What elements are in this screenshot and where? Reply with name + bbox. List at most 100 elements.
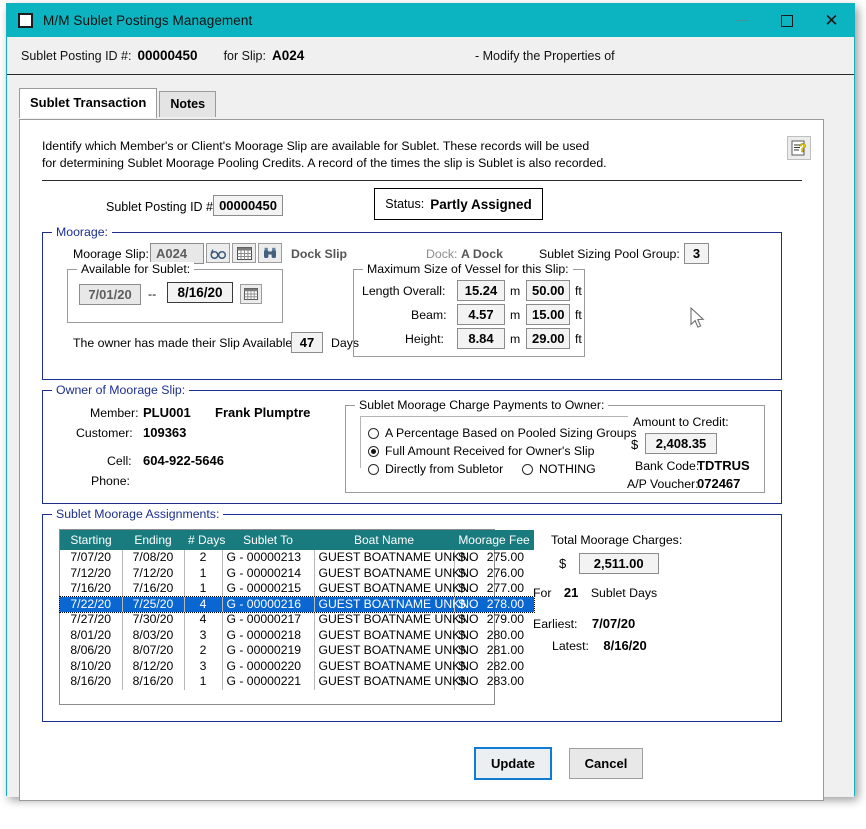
bank-code-label: Bank Code: <box>635 459 699 473</box>
cell-fee-amount: 282.00 <box>487 659 524 675</box>
owner-days-field[interactable]: 47 <box>291 332 323 353</box>
cell-value: 604-922-5646 <box>143 453 224 468</box>
cell-fee-currency: $ <box>459 643 466 659</box>
table-row[interactable]: 8/06/20 8/07/20 2 G - 00000219 GUEST BOA… <box>60 643 534 659</box>
tab-strip: Sublet Transaction Notes <box>19 88 216 118</box>
update-button[interactable]: Update <box>474 747 552 780</box>
dock-value: A Dock <box>461 247 503 261</box>
available-to-field[interactable]: 8/16/20 <box>167 282 233 303</box>
cell-fee-currency: $ <box>459 612 466 628</box>
table-row[interactable]: 7/07/20 7/08/20 2 G - 00000213 GUEST BOA… <box>60 550 534 566</box>
cell-ending: 8/12/20 <box>122 659 184 675</box>
total-moorage-charges-field[interactable]: 2,511.00 <box>579 553 659 574</box>
radio-directly-label: Directly from Subletor <box>385 462 503 476</box>
cell-boat-name: GUEST BOATNAME UNKNO <box>314 550 454 566</box>
total-currency-symbol: $ <box>559 556 566 571</box>
moorage-slip-field[interactable]: A024 <box>150 243 204 264</box>
cell-boat-name: GUEST BOATNAME UNKNO <box>314 597 454 613</box>
radio-directly-from-subletor[interactable]: Directly from Subletor <box>368 462 503 476</box>
cell-boat-name: GUEST BOATNAME UNKNO <box>314 566 454 582</box>
table-row[interactable]: 7/16/20 7/16/20 1 G - 00000215 GUEST BOA… <box>60 581 534 597</box>
radio-full-amount[interactable]: Full Amount Received for Owner's Slip <box>368 444 594 458</box>
moorage-slip-glasses-button[interactable] <box>206 243 230 263</box>
tab-sublet-transaction[interactable]: Sublet Transaction <box>19 88 157 118</box>
cell-ending: 8/16/20 <box>122 674 184 690</box>
tab-panel-sublet-transaction: Identify which Member's or Client's Moor… <box>19 119 824 801</box>
posting-id-field[interactable]: 00000450 <box>213 195 283 216</box>
radio-percentage-pooled[interactable]: A Percentage Based on Pooled Sizing Grou… <box>368 426 637 440</box>
available-to-calendar-button[interactable] <box>240 284 262 304</box>
cell-sublet-to: G - 00000214 <box>222 566 314 582</box>
cell-boat-name: GUEST BOATNAME UNKNO <box>314 659 454 675</box>
table-row-selected[interactable]: 7/22/20 7/25/20 4 G - 00000216 GUEST BOA… <box>60 597 534 613</box>
moorage-group-title: Moorage: <box>52 225 112 239</box>
table-row[interactable]: 8/01/20 8/03/20 3 G - 00000218 GUEST BOA… <box>60 628 534 644</box>
cell-days: 1 <box>184 566 222 582</box>
mouse-cursor <box>690 307 706 331</box>
grid-icon <box>237 247 252 260</box>
minimize-button[interactable] <box>719 4 764 37</box>
close-icon: ✕ <box>824 12 838 29</box>
length-overall-label: Length Overall: <box>362 284 445 298</box>
close-button[interactable]: ✕ <box>809 4 854 37</box>
cell-sublet-to: G - 00000219 <box>222 643 314 659</box>
beam-m-field[interactable]: 4.57 <box>457 304 505 325</box>
column-header-boat-name[interactable]: Boat Name <box>314 530 454 550</box>
posting-id-label: Sublet Posting ID #: <box>106 200 216 214</box>
height-m-field[interactable]: 8.84 <box>457 328 505 349</box>
pool-group-field[interactable]: 3 <box>684 243 709 264</box>
tab-notes[interactable]: Notes <box>159 91 216 117</box>
screen-root: M/M Sublet Postings Management ✕ Sublet … <box>0 0 866 829</box>
radio-nothing[interactable]: NOTHING <box>522 462 596 476</box>
height-ft-field[interactable]: 29.00 <box>526 328 570 349</box>
table-row[interactable]: 7/12/20 7/12/20 1 G - 00000214 GUEST BOA… <box>60 566 534 582</box>
header-divider <box>42 180 802 181</box>
ap-voucher-label: A/P Voucher: <box>627 477 699 491</box>
table-row[interactable]: 7/27/20 7/30/20 4 G - 00000217 GUEST BOA… <box>60 612 534 628</box>
amount-to-credit-field[interactable]: 2,408.35 <box>645 433 717 454</box>
cell-fee-currency: $ <box>459 674 466 690</box>
length-overall-m-unit: m <box>510 284 520 298</box>
column-header-sublet-to[interactable]: Sublet To <box>222 530 314 550</box>
cell-fee-amount: 275.00 <box>487 550 524 566</box>
window-app-icon <box>18 13 33 28</box>
cell-days: 1 <box>184 581 222 597</box>
cell-sublet-to: G - 00000216 <box>222 597 314 613</box>
cell-ending: 7/30/20 <box>122 612 184 628</box>
cell-fee-currency: $ <box>459 550 466 566</box>
length-overall-ft-field[interactable]: 50.00 <box>526 280 570 301</box>
date-range-separator: -- <box>148 287 156 301</box>
column-header-moorage-fee[interactable]: Moorage Fee <box>454 530 534 550</box>
sublet-charge-payments-group: Sublet Moorage Charge Payments to Owner:… <box>345 405 765 493</box>
cell-ending: 7/12/20 <box>122 566 184 582</box>
binoculars-icon <box>263 247 277 259</box>
radio-frame-decoration <box>360 416 628 468</box>
table-row[interactable]: 8/16/20 8/16/20 1 G - 00000221 GUEST BOA… <box>60 674 534 690</box>
intro-text: Identify which Member's or Client's Moor… <box>42 138 607 172</box>
cell-starting: 7/22/20 <box>60 597 122 613</box>
cell-starting: 8/16/20 <box>60 674 122 690</box>
cell-fee-amount: 279.00 <box>487 612 524 628</box>
moorage-slip-grid-button[interactable] <box>232 243 256 263</box>
radio-nothing-label: NOTHING <box>539 462 596 476</box>
length-overall-m-field[interactable]: 15.24 <box>457 280 505 301</box>
beam-ft-field[interactable]: 15.00 <box>526 304 570 325</box>
help-button[interactable]: ? <box>787 136 811 160</box>
cancel-button[interactable]: Cancel <box>569 748 643 779</box>
header-slip-value: A024 <box>272 48 304 63</box>
maximize-button[interactable] <box>764 4 809 37</box>
radio-percentage-icon <box>368 428 379 439</box>
moorage-slip-search-button[interactable] <box>258 243 282 263</box>
latest-label: Latest: <box>552 639 589 653</box>
minimize-icon <box>736 20 748 22</box>
earliest-label: Earliest: <box>533 617 577 631</box>
radio-percentage-label: A Percentage Based on Pooled Sizing Grou… <box>385 426 637 440</box>
cell-sublet-to: G - 00000217 <box>222 612 314 628</box>
column-header-starting[interactable]: Starting <box>60 530 122 550</box>
table-row[interactable]: 8/10/20 8/12/20 3 G - 00000220 GUEST BOA… <box>60 659 534 675</box>
cell-days: 2 <box>184 550 222 566</box>
column-header-ending[interactable]: Ending <box>122 530 184 550</box>
available-from-field[interactable]: 7/01/20 <box>79 284 141 305</box>
assignments-grid[interactable]: Starting Ending # Days Sublet To Boat Na… <box>59 529 495 705</box>
column-header-days[interactable]: # Days <box>184 530 222 550</box>
